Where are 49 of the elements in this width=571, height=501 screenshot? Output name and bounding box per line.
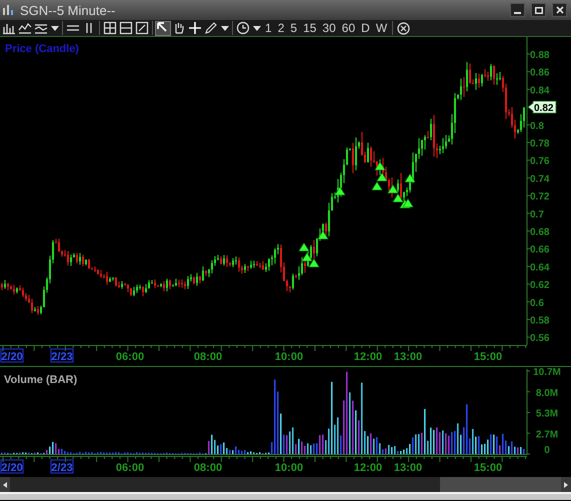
axis-label: 0.58 bbox=[530, 316, 550, 326]
axis-label: 8.0M bbox=[536, 388, 558, 399]
time-label: 08:00 bbox=[194, 462, 222, 474]
time-label: 15:00 bbox=[474, 351, 502, 363]
interval-button[interactable]: 60 bbox=[338, 20, 358, 36]
date-label: 2/23 bbox=[50, 460, 74, 474]
time-label: 15:00 bbox=[474, 462, 502, 474]
axis-label: 0.86 bbox=[530, 68, 550, 79]
axis-label: 10.7M bbox=[533, 367, 561, 378]
axis-label: 0.66 bbox=[530, 244, 550, 256]
time-label: 08:00 bbox=[194, 351, 222, 363]
last-price-tag: 0.82 bbox=[527, 100, 556, 114]
axis-label: 0.88 bbox=[530, 50, 550, 61]
axis-label: 0.62 bbox=[530, 280, 550, 292]
axis-label: 0.84 bbox=[530, 85, 550, 96]
interval-button[interactable]: 30 bbox=[319, 20, 339, 36]
axis-label: 0.72 bbox=[530, 192, 550, 203]
time-label: 13:00 bbox=[394, 462, 422, 474]
axis-label: 2.7M bbox=[536, 429, 558, 440]
date-label: 2/23 bbox=[50, 348, 74, 363]
interval-button[interactable]: 15 bbox=[300, 20, 320, 36]
interval-button[interactable]: D bbox=[358, 20, 373, 36]
interval-button[interactable]: 5 bbox=[287, 20, 300, 36]
axis-label: 0.6 bbox=[530, 298, 544, 309]
time-label: 12:00 bbox=[354, 351, 382, 363]
axis-label: 0 bbox=[544, 445, 550, 456]
time-label: 10:00 bbox=[274, 462, 304, 474]
date-label: 2/20 bbox=[0, 460, 24, 474]
axis-label: 0.7 bbox=[530, 209, 544, 220]
time-label: 10:00 bbox=[274, 351, 304, 363]
interval-button[interactable]: 1 bbox=[262, 20, 275, 36]
axis-label: 5.3M bbox=[536, 408, 558, 420]
interval-button[interactable]: W bbox=[372, 20, 390, 36]
axis-label: 0.64 bbox=[530, 262, 550, 274]
axis-label: 0.78 bbox=[530, 138, 550, 150]
window-title: SGN--5 Minute-- bbox=[20, 4, 116, 16]
axis-label: 0.74 bbox=[530, 174, 550, 185]
axis-label: 0.8 bbox=[530, 120, 544, 132]
time-label: 06:00 bbox=[116, 462, 144, 474]
panel-title: Volume (BAR) bbox=[4, 374, 78, 386]
date-label: 2/20 bbox=[0, 348, 24, 363]
time-label: 12:00 bbox=[354, 462, 382, 474]
panel-title: Price (Candle) bbox=[5, 43, 79, 55]
axis-label: 0.76 bbox=[530, 156, 550, 168]
axis-label: 0.56 bbox=[530, 333, 550, 344]
axis-label: 0.68 bbox=[530, 227, 550, 238]
time-label: 13:00 bbox=[394, 351, 422, 363]
interval-button[interactable]: 2 bbox=[274, 20, 288, 36]
time-label: 06:00 bbox=[116, 351, 144, 363]
